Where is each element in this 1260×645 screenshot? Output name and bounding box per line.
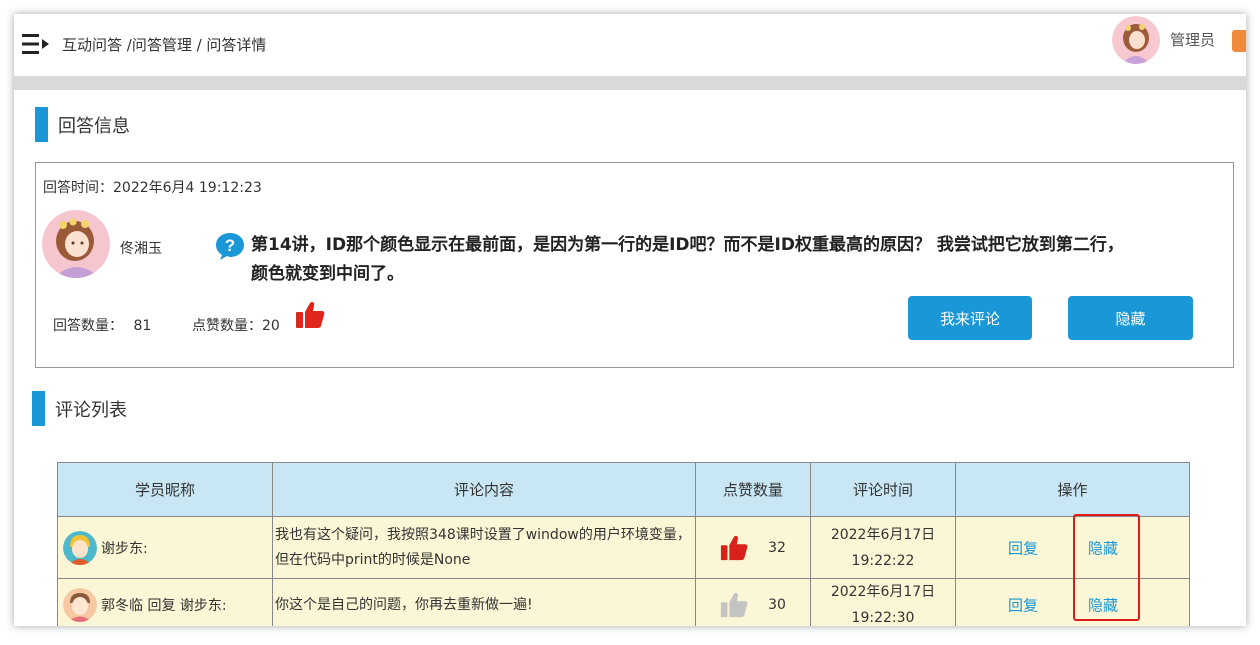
header-divider: [14, 76, 1246, 90]
title-accent-bar: [35, 107, 48, 142]
comment-table: 学员昵称 评论内容 点赞数量 评论时间 操作 谢步东: 我也有这个疑问，我按照3…: [57, 462, 1190, 626]
comment-section-title: 评论列表: [32, 391, 127, 426]
like-count-stat: 点赞数量：20: [192, 315, 280, 335]
column-header: 操作: [955, 462, 1190, 517]
title-accent-bar: [32, 391, 45, 426]
comment-time: 2022年6月17日 19:22:30: [810, 578, 956, 626]
table-header-row: 学员昵称 评论内容 点赞数量 评论时间 操作: [57, 462, 1190, 517]
table-row: 谢步东: 我也有这个疑问，我按照348课时设置了window的用户环境变量，但在…: [57, 516, 1190, 579]
answer-section-title: 回答信息: [35, 107, 130, 142]
answer-count-value: 81: [133, 318, 152, 334]
top-bar: 互动问答 /问答管理 / 问答详情 管理员: [14, 14, 1246, 76]
comment-date: 2022年6月17日: [830, 584, 936, 600]
reply-link[interactable]: 回复: [1008, 595, 1038, 616]
user-avatar: [63, 588, 97, 622]
comment-content: 我也有这个疑问，我按照348课时设置了window的用户环境变量，但在代码中pr…: [272, 516, 696, 579]
comment-content: 你这个是自己的问题，你再去重新做一遍!: [272, 578, 696, 626]
comment-clock: 19:22:22: [851, 552, 915, 569]
hide-link[interactable]: 隐藏: [1088, 595, 1118, 616]
hide-answer-button[interactable]: 隐藏: [1068, 296, 1193, 340]
answer-count-label: 回答数量：: [53, 318, 123, 334]
actions-cell: 回复 隐藏: [955, 578, 1190, 626]
admin-avatar[interactable]: [1112, 16, 1160, 64]
add-comment-button[interactable]: 我来评论: [908, 296, 1032, 340]
answer-count-stat: 回答数量： 81: [53, 315, 151, 335]
answer-user-avatar: [42, 210, 110, 278]
thumbs-up-icon[interactable]: [720, 534, 748, 562]
likes-cell: 30: [695, 578, 811, 626]
answer-section-title-text: 回答信息: [58, 115, 130, 137]
app-window: 互动问答 /问答管理 / 问答详情 管理员 回答信息 回答时间：2022年6月4…: [14, 14, 1246, 626]
comment-clock: 19:22:30: [851, 610, 915, 626]
answer-card: 回答时间：2022年6月4 19:12:23 佟湘玉 ? 第14讲，ID那个颜色…: [35, 162, 1234, 368]
svg-text:?: ?: [225, 236, 235, 255]
thumbs-up-icon[interactable]: [720, 591, 748, 619]
admin-name[interactable]: 管理员: [1170, 29, 1215, 50]
comment-date: 2022年6月17日: [830, 526, 936, 543]
column-header: 点赞数量: [695, 462, 811, 517]
comment-time: 2022年6月17日 19:22:22: [810, 516, 956, 579]
thumbs-up-icon[interactable]: [295, 300, 325, 330]
actions-cell: 回复 隐藏: [955, 516, 1190, 579]
table-row: 郭冬临 回复 谢步东: 你这个是自己的问题，你再去重新做一遍! 30 2022年…: [57, 578, 1190, 626]
question-icon: ?: [216, 233, 244, 260]
like-count: 32: [768, 539, 786, 556]
nickname: 郭冬临 回复 谢步东:: [101, 598, 227, 614]
like-count-value: 20: [262, 318, 280, 334]
answer-content: 第14讲，ID那个颜色显示在最前面，是因为第一行的是ID吧？而不是ID权重最高的…: [251, 235, 1124, 284]
reply-link[interactable]: 回复: [1008, 537, 1038, 558]
side-tab[interactable]: [1232, 30, 1246, 52]
column-header: 学员昵称: [57, 462, 273, 517]
answer-time: 回答时间：2022年6月4 19:12:23: [43, 180, 262, 196]
nickname: 谢步东:: [101, 540, 148, 557]
column-header: 评论时间: [810, 462, 956, 517]
like-count-label: 点赞数量：: [192, 318, 262, 334]
column-header: 评论内容: [272, 462, 696, 517]
user-avatar: [63, 530, 97, 565]
comment-section-title-text: 评论列表: [55, 399, 127, 421]
nickname-cell: 郭冬临 回复 谢步东:: [57, 578, 273, 626]
nickname-cell: 谢步东:: [57, 516, 273, 579]
like-count: 30: [768, 597, 786, 613]
likes-cell: 32: [695, 516, 811, 579]
breadcrumb: 互动问答 /问答管理 / 问答详情: [62, 36, 267, 54]
menu-toggle-icon[interactable]: [22, 32, 50, 56]
answer-user-name: 佟湘玉: [120, 241, 162, 257]
hide-link[interactable]: 隐藏: [1088, 537, 1118, 558]
